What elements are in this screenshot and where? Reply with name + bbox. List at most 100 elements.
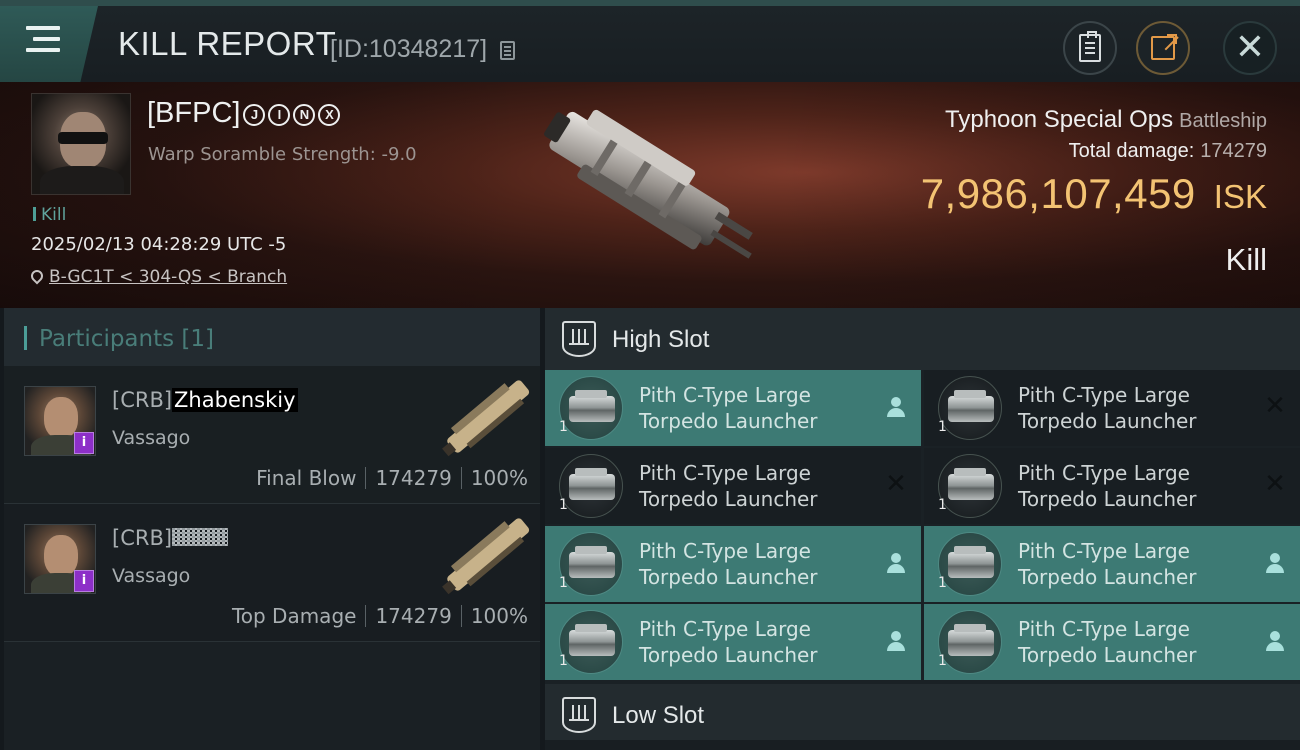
module-item[interactable]: 1 Pith C-Type Large Torpedo Launcher bbox=[545, 526, 921, 602]
participants-header: Participants [1] bbox=[4, 308, 540, 366]
participant-row[interactable]: i [CRB] Vassago Top Damage 174279 100% bbox=[4, 504, 540, 642]
participant-damage: 174279 bbox=[375, 604, 452, 628]
victim-name: [BFPC] J I N X bbox=[147, 97, 341, 130]
kill-tag: Kill bbox=[33, 205, 66, 225]
ship-class: Battleship bbox=[1179, 110, 1267, 132]
total-damage: Total damage: 174279 bbox=[1068, 140, 1267, 162]
participant-name: [CRB] bbox=[112, 526, 229, 550]
module-name: Pith C-Type Large bbox=[1018, 461, 1190, 485]
name-glyph: N bbox=[293, 104, 316, 126]
participant-ship-icon bbox=[442, 380, 530, 457]
fitting-panel: High Slot 1 Pith C-Type Large Torpedo Lau… bbox=[545, 308, 1300, 750]
total-damage-value: 174279 bbox=[1200, 140, 1267, 162]
menu-button[interactable] bbox=[0, 6, 98, 82]
module-item[interactable]: 1 Pith C-Type Large Torpedo Launcher ✕ bbox=[924, 370, 1300, 446]
participants-panel: Participants [1] i [CRB]Zhabenskiy Vassa… bbox=[4, 308, 540, 750]
name-glyph: I bbox=[268, 104, 291, 126]
participant-stats: Top Damage 174279 100% bbox=[232, 604, 528, 628]
participant-stats: Final Blow 174279 100% bbox=[256, 466, 528, 490]
participant-percent: 100% bbox=[470, 604, 528, 628]
module-item[interactable]: 1 Pith C-Type Large Torpedo Launcher ✕ bbox=[924, 448, 1300, 524]
name-glyph: J bbox=[243, 104, 266, 126]
ship-render bbox=[544, 109, 753, 259]
clipboard-button[interactable] bbox=[1063, 21, 1117, 75]
person-icon bbox=[885, 630, 907, 652]
isk-unit: ISK bbox=[1213, 178, 1267, 215]
report-id: [ID:10348217] bbox=[330, 35, 488, 63]
module-name: Pith C-Type Large bbox=[639, 461, 811, 485]
scramble-strength: Warp Soramble Strength: -9.0 bbox=[148, 144, 417, 165]
location-text: B-GC1T < 304-QS < Branch bbox=[49, 267, 288, 287]
module-item[interactable]: 1 Pith C-Type Large Torpedo Launcher bbox=[924, 604, 1300, 680]
module-quantity: 1 bbox=[938, 575, 947, 591]
module-name: Pith C-Type Large bbox=[639, 539, 811, 563]
info-badge-icon: i bbox=[74, 432, 94, 454]
module-name: Pith C-Type Large bbox=[1018, 539, 1190, 563]
person-icon bbox=[885, 552, 907, 574]
low-slot-list bbox=[545, 740, 1300, 750]
location-link[interactable]: B-GC1T < 304-QS < Branch bbox=[28, 267, 288, 287]
close-icon: ✕ bbox=[1234, 27, 1266, 68]
module-quantity: 1 bbox=[559, 419, 568, 435]
torpedo-launcher-icon bbox=[938, 376, 1002, 440]
low-slot-icon bbox=[562, 697, 596, 733]
module-item[interactable]: 1 Pith C-Type Large Torpedo Launcher bbox=[545, 604, 921, 680]
high-slot-icon bbox=[562, 321, 596, 357]
menu-icon bbox=[26, 26, 60, 30]
module-quantity: 1 bbox=[559, 575, 568, 591]
low-slot-title: Low Slot bbox=[612, 702, 705, 729]
module-quantity: 1 bbox=[559, 653, 568, 669]
module-name: Pith C-Type Large bbox=[1018, 383, 1190, 407]
victim-banner: [BFPC] J I N X Warp Soramble Strength: -9.0 … bbox=[0, 82, 1300, 308]
close-button[interactable]: ✕ bbox=[1223, 21, 1277, 75]
torpedo-launcher-icon bbox=[559, 376, 623, 440]
torpedo-launcher-icon bbox=[938, 610, 1002, 674]
info-badge-icon: i bbox=[74, 570, 94, 592]
module-name: Pith C-Type Large bbox=[639, 383, 811, 407]
participant-damage: 174279 bbox=[375, 466, 452, 490]
location-pin-icon bbox=[28, 267, 46, 285]
module-name: Pith C-Type Large bbox=[639, 617, 811, 641]
participant-percent: 100% bbox=[470, 466, 528, 490]
participant-ship: Vassago bbox=[112, 427, 191, 449]
module-item[interactable]: 1 Pith C-Type Large Torpedo Launcher ✕ bbox=[545, 448, 921, 524]
participant-role: Top Damage bbox=[231, 604, 357, 628]
ship-name: Typhoon Special Ops Battleship bbox=[945, 106, 1267, 133]
high-slot-title: High Slot bbox=[612, 326, 710, 353]
low-slot-header[interactable]: Low Slot bbox=[545, 684, 1300, 746]
copy-icon[interactable] bbox=[500, 41, 515, 60]
high-slot-header[interactable]: High Slot bbox=[545, 308, 1300, 370]
clipboard-icon bbox=[1079, 31, 1101, 62]
page-title: KILL REPORT bbox=[118, 25, 337, 62]
person-icon bbox=[1264, 552, 1286, 574]
torpedo-launcher-icon bbox=[559, 454, 623, 518]
torpedo-launcher-icon bbox=[559, 532, 623, 596]
module-item[interactable]: 1 Pith C-Type Large Torpedo Launcher bbox=[545, 370, 921, 446]
torpedo-launcher-icon bbox=[938, 454, 1002, 518]
torpedo-launcher-icon bbox=[938, 532, 1002, 596]
kill-result: Kill bbox=[1225, 242, 1267, 277]
x-icon: ✕ bbox=[885, 469, 907, 499]
module-item[interactable]: 1 Pith C-Type Large Torpedo Launcher bbox=[924, 526, 1300, 602]
kill-timestamp: 2025/02/13 04:28:29 UTC -5 bbox=[31, 234, 287, 255]
torpedo-launcher-icon bbox=[559, 610, 623, 674]
share-icon bbox=[1151, 34, 1177, 60]
participant-role: Final Blow bbox=[256, 466, 357, 490]
high-slot-grid: 1 Pith C-Type Large Torpedo Launcher 1 Pi… bbox=[545, 370, 1300, 684]
participant-name: [CRB]Zhabenskiy bbox=[112, 388, 298, 412]
x-icon: ✕ bbox=[1264, 469, 1286, 499]
participant-ship: Vassago bbox=[112, 565, 191, 587]
person-icon bbox=[1264, 630, 1286, 652]
module-quantity: 1 bbox=[938, 497, 947, 513]
top-bar: KILL REPORT [ID:10348217] ✕ bbox=[0, 0, 1300, 82]
module-name: Pith C-Type Large bbox=[1018, 617, 1190, 641]
person-icon bbox=[885, 396, 907, 418]
victim-corp: [BFPC] bbox=[147, 97, 241, 129]
module-quantity: 1 bbox=[938, 653, 947, 669]
share-button[interactable] bbox=[1136, 21, 1190, 75]
victim-portrait[interactable] bbox=[31, 93, 131, 195]
redacted-name bbox=[172, 528, 229, 546]
participant-row[interactable]: i [CRB]Zhabenskiy Vassago Final Blow 1742… bbox=[4, 366, 540, 504]
x-icon: ✕ bbox=[1264, 391, 1286, 421]
module-quantity: 1 bbox=[938, 419, 947, 435]
